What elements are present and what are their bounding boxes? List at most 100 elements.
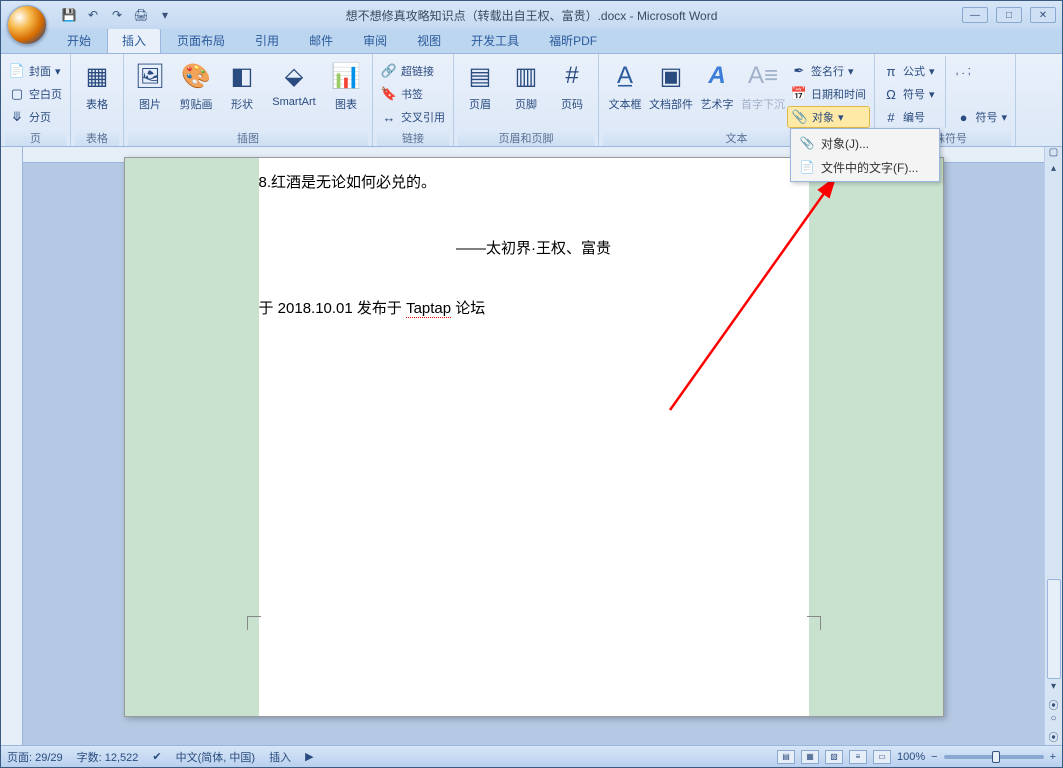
browse-select[interactable]: ○ [1045, 713, 1062, 729]
document-body[interactable]: 8.红酒是无论如何必兑的。 ——太初界·王权、富贵 于 2018.10.01 发… [259, 158, 809, 716]
zoom-slider[interactable] [944, 755, 1044, 759]
view-web[interactable]: ▧ [825, 750, 843, 764]
zoom-in[interactable]: + [1050, 751, 1056, 763]
object-button[interactable]: 📎对象 ▾ [787, 106, 870, 128]
cover-page-button[interactable]: 📄封面 ▾ [5, 60, 66, 82]
smartart-button[interactable]: ⬙SmartArt [266, 56, 322, 128]
symbol-button[interactable]: Ω符号 ▾ [879, 83, 939, 105]
blank-icon: ▢ [9, 86, 25, 102]
document-viewport[interactable]: 8.红酒是无论如何必兑的。 ——太初界·王权、富贵 于 2018.10.01 发… [23, 147, 1044, 745]
minimize-button[interactable]: — [962, 7, 988, 23]
signature-button[interactable]: ✒签名行 ▾ [787, 60, 870, 82]
tab-mail[interactable]: 邮件 [295, 28, 347, 53]
scroll-thumb[interactable] [1047, 579, 1061, 679]
quick-access-toolbar: 💾 ↶ ↷ 🖨 ▾ [59, 5, 175, 25]
picture-button[interactable]: 🖼图片 [128, 56, 172, 128]
shapes-button[interactable]: ◧形状 [220, 56, 264, 128]
view-outline[interactable]: ≡ [849, 750, 867, 764]
view-fullscreen[interactable]: ▦ [801, 750, 819, 764]
picture-icon: 🖼 [134, 60, 166, 92]
status-language[interactable]: 中文(简体, 中国) [176, 749, 255, 765]
table-icon: ▦ [81, 60, 113, 92]
zoom-out[interactable]: − [931, 751, 937, 763]
window-controls: — □ ✕ [962, 7, 1056, 23]
view-draft[interactable]: ▭ [873, 750, 891, 764]
punct-button[interactable]: , . ; [952, 60, 1012, 82]
datetime-icon: 📅 [791, 86, 807, 102]
text-line: 于 2018.10.01 发布于 Taptap 论坛 [259, 294, 809, 324]
vertical-ruler[interactable] [1, 147, 23, 745]
group-illustrations: 🖼图片 🎨剪贴画 ◧形状 ⬙SmartArt 📊图表 插图 [124, 54, 373, 146]
undo-button[interactable]: ↶ [83, 5, 103, 25]
status-mode[interactable]: 插入 [269, 749, 291, 765]
maximize-button[interactable]: □ [996, 7, 1022, 23]
tab-review[interactable]: 审阅 [349, 28, 401, 53]
statusbar: 页面: 29/29 字数: 12,522 ✔ 中文(简体, 中国) 插入 ▶ ▤… [1, 745, 1062, 767]
footer-button[interactable]: ▥页脚 [504, 56, 548, 128]
datetime-button[interactable]: 📅日期和时间 [787, 83, 870, 105]
tab-home[interactable]: 开始 [53, 28, 105, 53]
group-tables: ▦表格 表格 [71, 54, 124, 146]
status-proofing-icon[interactable]: ✔ [152, 750, 161, 763]
tab-view[interactable]: 视图 [403, 28, 455, 53]
chevron-down-icon: ▾ [162, 8, 168, 22]
pagenum-button[interactable]: #页码 [550, 56, 594, 128]
blank-page-button[interactable]: ▢空白页 [5, 83, 66, 105]
symbol2-button[interactable]: ●符号 ▾ [952, 106, 1012, 128]
qat-more[interactable]: ▾ [155, 5, 175, 25]
equation-button[interactable]: π公式 ▾ [879, 60, 939, 82]
object-icon: 📎 [792, 109, 808, 125]
textbox-button[interactable]: A̲文本框 [603, 56, 647, 128]
vertical-scrollbar[interactable]: ▢ ▴ ▾ ⦿ ○ ⦿ [1044, 147, 1062, 745]
clipart-icon: 🎨 [180, 60, 212, 92]
menu-object[interactable]: 📎对象(J)... [793, 131, 937, 155]
ribbon-tabs: 开始 插入 页面布局 引用 邮件 审阅 视图 开发工具 福昕PDF [1, 29, 1062, 53]
wordart-button[interactable]: A艺术字 [695, 56, 739, 128]
smartart-icon: ⬙ [278, 60, 310, 92]
clipart-button[interactable]: 🎨剪贴画 [174, 56, 218, 128]
number-icon: # [883, 109, 899, 125]
scroll-up[interactable]: ▴ [1045, 163, 1062, 179]
browse-prev[interactable]: ⦿ [1045, 697, 1062, 713]
group-label: 页 [5, 130, 66, 146]
tab-foxit[interactable]: 福昕PDF [535, 28, 611, 53]
page-break-button[interactable]: ⤋分页 [5, 106, 66, 128]
header-button[interactable]: ▤页眉 [458, 56, 502, 128]
table-button[interactable]: ▦表格 [75, 56, 119, 128]
document-area: 8.红酒是无论如何必兑的。 ——太初界·王权、富贵 于 2018.10.01 发… [1, 147, 1062, 745]
group-label: 链接 [377, 130, 449, 146]
object-icon: 📎 [799, 135, 815, 151]
symbol2-icon: ● [956, 109, 972, 125]
tab-references[interactable]: 引用 [241, 28, 293, 53]
tab-layout[interactable]: 页面布局 [163, 28, 239, 53]
tab-developer[interactable]: 开发工具 [457, 28, 533, 53]
office-button[interactable] [7, 5, 47, 45]
chart-button[interactable]: 📊图表 [324, 56, 368, 128]
dropcap-button[interactable]: A≡首字下沉 [741, 56, 785, 128]
group-label: 插图 [128, 130, 368, 146]
zoom-level[interactable]: 100% [897, 751, 925, 763]
crossref-button[interactable]: ↔交叉引用 [377, 106, 449, 128]
zoom-handle[interactable] [992, 751, 1000, 763]
quickparts-button[interactable]: ▣文档部件 [649, 56, 693, 128]
print-button[interactable]: 🖨 [131, 5, 151, 25]
parts-icon: ▣ [655, 60, 687, 92]
status-page[interactable]: 页面: 29/29 [7, 749, 63, 765]
status-macro-icon[interactable]: ▶ [305, 750, 313, 763]
bookmark-button[interactable]: 🔖书签 [377, 83, 449, 105]
tab-insert[interactable]: 插入 [107, 27, 161, 53]
close-button[interactable]: ✕ [1030, 7, 1056, 23]
hyperlink-button[interactable]: 🔗超链接 [377, 60, 449, 82]
status-words[interactable]: 字数: 12,522 [77, 749, 139, 765]
scroll-down[interactable]: ▾ [1045, 681, 1062, 697]
pagenum-icon: # [556, 60, 588, 92]
browse-next[interactable]: ⦿ [1045, 729, 1062, 745]
ruler-toggle[interactable]: ▢ [1045, 147, 1062, 163]
redo-button[interactable]: ↷ [107, 5, 127, 25]
save-button[interactable]: 💾 [59, 5, 79, 25]
number-button[interactable]: #编号 [879, 106, 939, 128]
view-print[interactable]: ▤ [777, 750, 795, 764]
word-window: 💾 ↶ ↷ 🖨 ▾ 想不想修真攻略知识点（转载出自王权、富贵）.docx - M… [0, 0, 1063, 768]
undo-icon: ↶ [88, 8, 98, 22]
menu-text-from-file[interactable]: 📄文件中的文字(F)... [793, 155, 937, 179]
